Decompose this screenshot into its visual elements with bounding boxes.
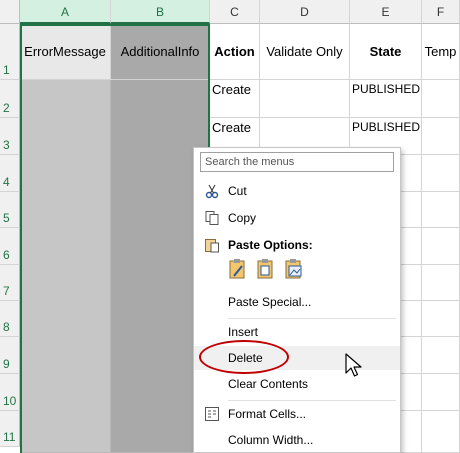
row-header-2[interactable]: 2 bbox=[0, 80, 20, 118]
column-header-d[interactable]: D bbox=[260, 0, 350, 24]
menu-item-label: Cut bbox=[228, 184, 247, 198]
row-header-1[interactable]: 1 bbox=[0, 24, 20, 80]
search-menus-input[interactable]: Search the menus bbox=[200, 152, 394, 172]
menu-separator bbox=[228, 318, 396, 319]
row-number: 7 bbox=[3, 284, 10, 298]
column-a-selected[interactable] bbox=[20, 80, 111, 453]
cell-e1[interactable]: State bbox=[350, 24, 422, 80]
column-header-b[interactable]: B bbox=[111, 0, 210, 24]
column-header-f[interactable]: F bbox=[422, 0, 460, 24]
menu-item-paste-options: Paste Options: bbox=[194, 233, 400, 257]
row-header-9[interactable]: 9 bbox=[0, 337, 20, 374]
menu-separator bbox=[228, 400, 396, 401]
cell-d2[interactable] bbox=[260, 80, 350, 118]
cell-b1[interactable]: AdditionalInfo bbox=[111, 24, 210, 80]
cell-e11[interactable] bbox=[401, 411, 422, 453]
menu-item-label: Column Width... bbox=[228, 433, 314, 447]
paste-icon[interactable] bbox=[228, 258, 248, 280]
cell-f1[interactable]: Temp bbox=[422, 24, 460, 80]
row-number: 1 bbox=[3, 63, 10, 77]
cell-f8[interactable] bbox=[422, 301, 460, 337]
cell-e9[interactable] bbox=[401, 337, 422, 374]
menu-item-label: Copy bbox=[228, 211, 257, 225]
cell-c2[interactable]: Create bbox=[210, 80, 260, 118]
cell-e4[interactable] bbox=[401, 155, 422, 192]
cell-e7[interactable] bbox=[401, 265, 422, 301]
cell-e8[interactable] bbox=[401, 301, 422, 337]
format-cells-icon bbox=[204, 406, 220, 422]
paste-values-icon[interactable] bbox=[256, 258, 276, 280]
cell-a1[interactable]: ErrorMessage bbox=[20, 24, 111, 80]
row-header-8[interactable]: 8 bbox=[0, 301, 20, 337]
row-number: 4 bbox=[3, 175, 10, 189]
row-header-11[interactable]: 11 bbox=[0, 411, 20, 447]
row-number: 6 bbox=[3, 248, 10, 262]
select-all-corner[interactable] bbox=[0, 0, 20, 24]
cell-e2[interactable]: PUBLISHED bbox=[350, 80, 422, 118]
menu-item-label: Format Cells... bbox=[228, 407, 307, 421]
cell-e6[interactable] bbox=[401, 228, 422, 265]
context-menu: Search the menus Cut Copy Paste Options:… bbox=[193, 147, 401, 453]
menu-item-label: Clear Contents bbox=[228, 377, 309, 391]
column-header-a[interactable]: A bbox=[20, 0, 111, 24]
menu-item-insert[interactable]: Insert bbox=[194, 320, 400, 344]
menu-item-cut[interactable]: Cut bbox=[194, 179, 400, 203]
row-header-10[interactable]: 10 bbox=[0, 374, 20, 411]
menu-item-format-cells[interactable]: Format Cells... bbox=[194, 402, 400, 426]
row-number: 9 bbox=[3, 357, 10, 371]
menu-item-label: Paste Options: bbox=[228, 238, 313, 252]
row-header-5[interactable]: 5 bbox=[0, 192, 20, 228]
row-header-4[interactable]: 4 bbox=[0, 155, 20, 192]
column-header-e[interactable]: E bbox=[350, 0, 422, 24]
cell-f10[interactable] bbox=[422, 374, 460, 411]
menu-item-paste-special[interactable]: Paste Special... bbox=[194, 290, 400, 314]
cell-f11[interactable] bbox=[422, 411, 460, 453]
row-number: 5 bbox=[3, 211, 10, 225]
cell-f7[interactable] bbox=[422, 265, 460, 301]
row-number: 3 bbox=[3, 138, 10, 152]
menu-item-column-width[interactable]: Column Width... bbox=[194, 428, 400, 452]
row-header-7[interactable]: 7 bbox=[0, 265, 20, 301]
cell-e10[interactable] bbox=[401, 374, 422, 411]
row-number: 2 bbox=[3, 101, 10, 115]
column-header-c[interactable]: C bbox=[210, 0, 260, 24]
copy-icon bbox=[204, 210, 220, 226]
cell-f9[interactable] bbox=[422, 337, 460, 374]
highlight-circle bbox=[199, 340, 289, 374]
row-header-6[interactable]: 6 bbox=[0, 228, 20, 265]
row-header-3[interactable]: 3 bbox=[0, 118, 20, 155]
mouse-pointer-icon bbox=[345, 353, 363, 384]
cell-f2[interactable] bbox=[422, 80, 460, 118]
cell-f6[interactable] bbox=[422, 228, 460, 265]
cell-f5[interactable] bbox=[422, 192, 460, 228]
cell-f4[interactable] bbox=[422, 155, 460, 192]
clipboard-icon bbox=[204, 237, 220, 253]
cell-f3[interactable] bbox=[422, 118, 460, 155]
row-number: 8 bbox=[3, 320, 10, 334]
cell-d1[interactable]: Validate Only bbox=[260, 24, 350, 80]
scissors-icon bbox=[204, 183, 220, 199]
paste-picture-icon[interactable] bbox=[284, 258, 304, 280]
cell-e5[interactable] bbox=[401, 192, 422, 228]
menu-item-clear-contents[interactable]: Clear Contents bbox=[194, 372, 400, 396]
row-number: 10 bbox=[3, 394, 17, 408]
row-number: 11 bbox=[3, 430, 16, 444]
menu-item-label: Paste Special... bbox=[228, 295, 312, 309]
cell-c1[interactable]: Action bbox=[210, 24, 260, 80]
menu-item-copy[interactable]: Copy bbox=[194, 206, 400, 230]
